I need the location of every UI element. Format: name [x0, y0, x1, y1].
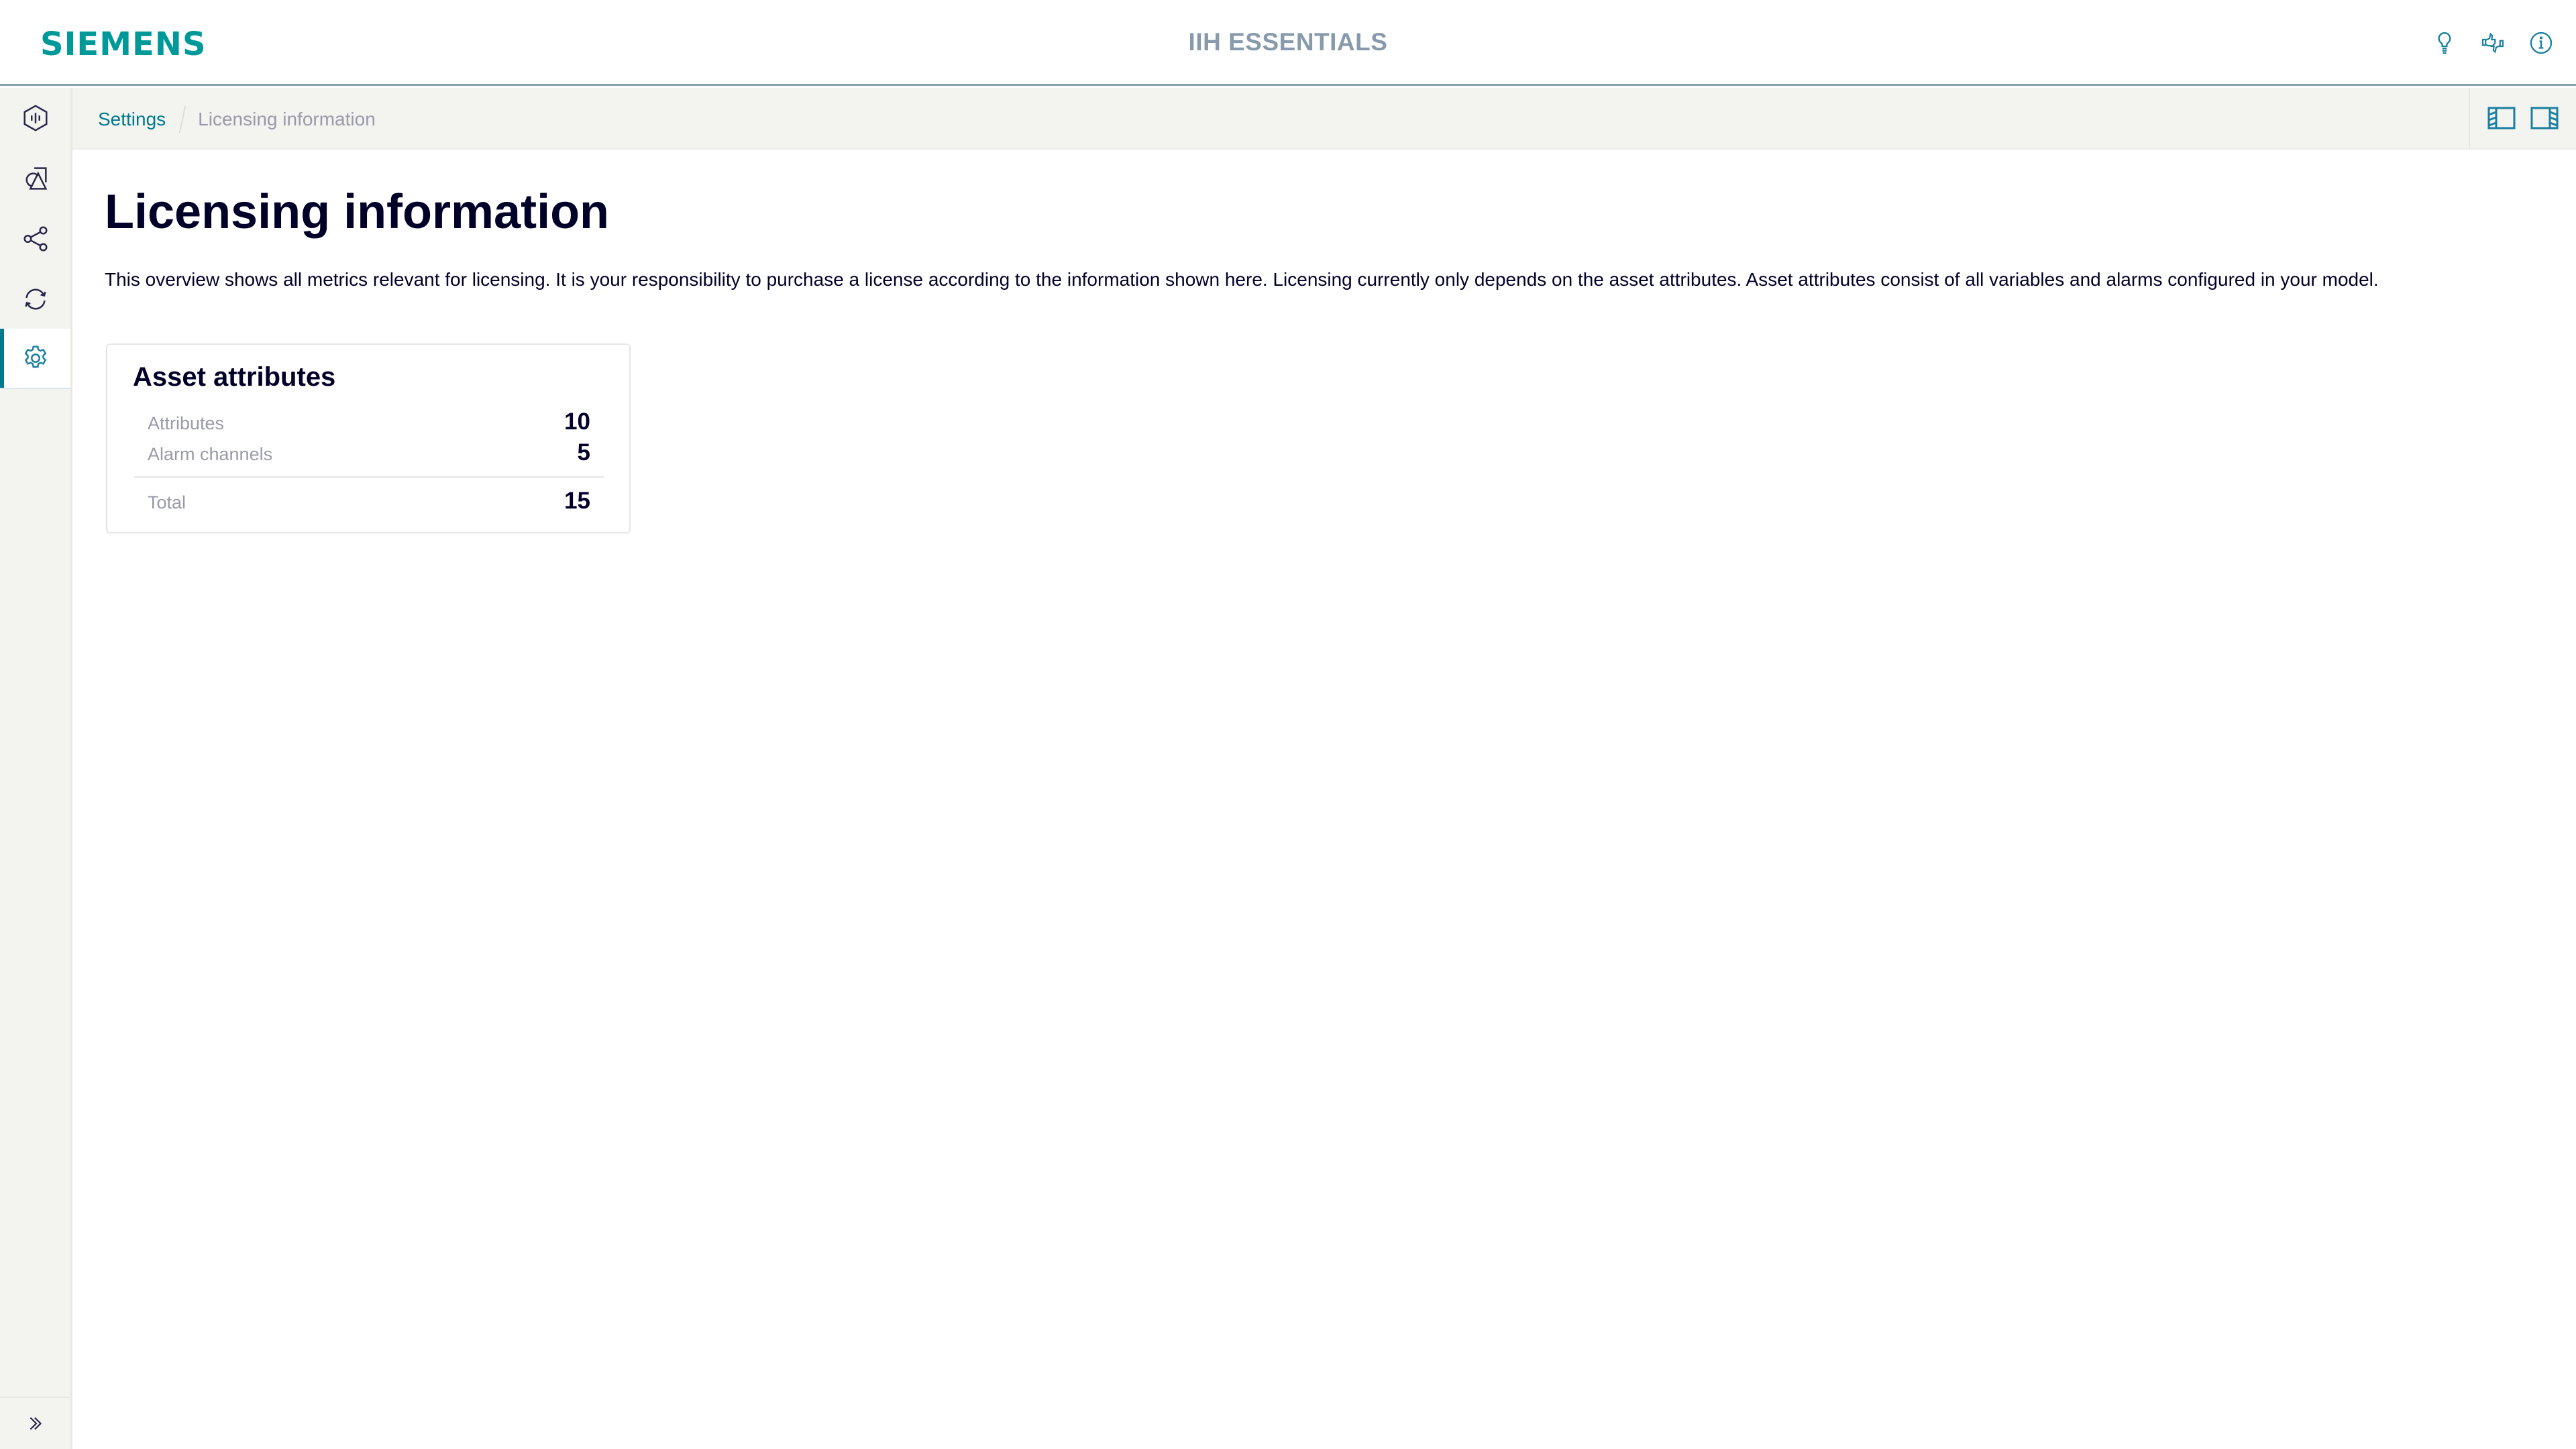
- card-title: Asset attributes: [133, 362, 336, 392]
- sidebar-item-connections[interactable]: [0, 209, 70, 269]
- left-panel-toggle-icon[interactable]: [2487, 107, 2516, 129]
- metric-row-alarm-channels: Alarm channels 5: [148, 439, 590, 466]
- app-header: SIEMENS IIH ESSENTIALS: [0, 0, 2576, 86]
- metric-label: Attributes: [148, 413, 225, 433]
- breadcrumb: Settings Licensing information: [98, 106, 376, 133]
- breadcrumb-bar: Settings Licensing information: [72, 88, 2576, 150]
- total-value: 15: [564, 488, 590, 514]
- card-divider: [134, 476, 604, 478]
- breadcrumb-current: Licensing information: [198, 109, 376, 129]
- share-connections-icon: [23, 226, 48, 252]
- metric-label: Alarm channels: [148, 444, 273, 464]
- breadcrumb-settings-link[interactable]: Settings: [98, 109, 166, 130]
- page-description: This overview shows all metrics relevant…: [105, 269, 2379, 290]
- page-title: Licensing information: [105, 185, 610, 239]
- metric-row-attributes: Attributes 10: [148, 409, 590, 435]
- shapes-icon: [25, 167, 47, 190]
- asset-model-icon: [23, 105, 48, 131]
- total-label: Total: [148, 492, 186, 513]
- sidebar-expand-button[interactable]: [0, 1398, 70, 1449]
- metric-value: 5: [577, 439, 590, 466]
- sidebar-nav: [0, 88, 72, 1449]
- sidebar-item-settings[interactable]: [0, 329, 70, 389]
- header-actions: [2428, 27, 2557, 59]
- sync-icon: [24, 288, 46, 310]
- panel-toggles: [2469, 88, 2576, 148]
- settings-gear-icon: [24, 345, 46, 368]
- lightbulb-icon[interactable]: [2428, 27, 2461, 59]
- feedback-thumbs-icon[interactable]: [2477, 27, 2509, 59]
- info-icon[interactable]: [2525, 27, 2557, 59]
- metric-row-total: Total 15: [148, 488, 590, 515]
- asset-attributes-card: Asset attributes Attributes 10 Alarm cha…: [106, 343, 631, 533]
- sidebar-item-shapes[interactable]: [0, 148, 70, 209]
- breadcrumb-separator: [178, 106, 186, 133]
- app-title: IIH ESSENTIALS: [1188, 28, 1388, 56]
- sidebar-item-asset-model[interactable]: [0, 88, 70, 148]
- main-content: Licensing information This overview show…: [72, 150, 2576, 1449]
- double-chevron-right-icon: [30, 1417, 42, 1430]
- right-panel-toggle-icon[interactable]: [2530, 107, 2559, 129]
- metric-value: 10: [564, 409, 590, 435]
- sidebar-item-sync[interactable]: [0, 269, 70, 329]
